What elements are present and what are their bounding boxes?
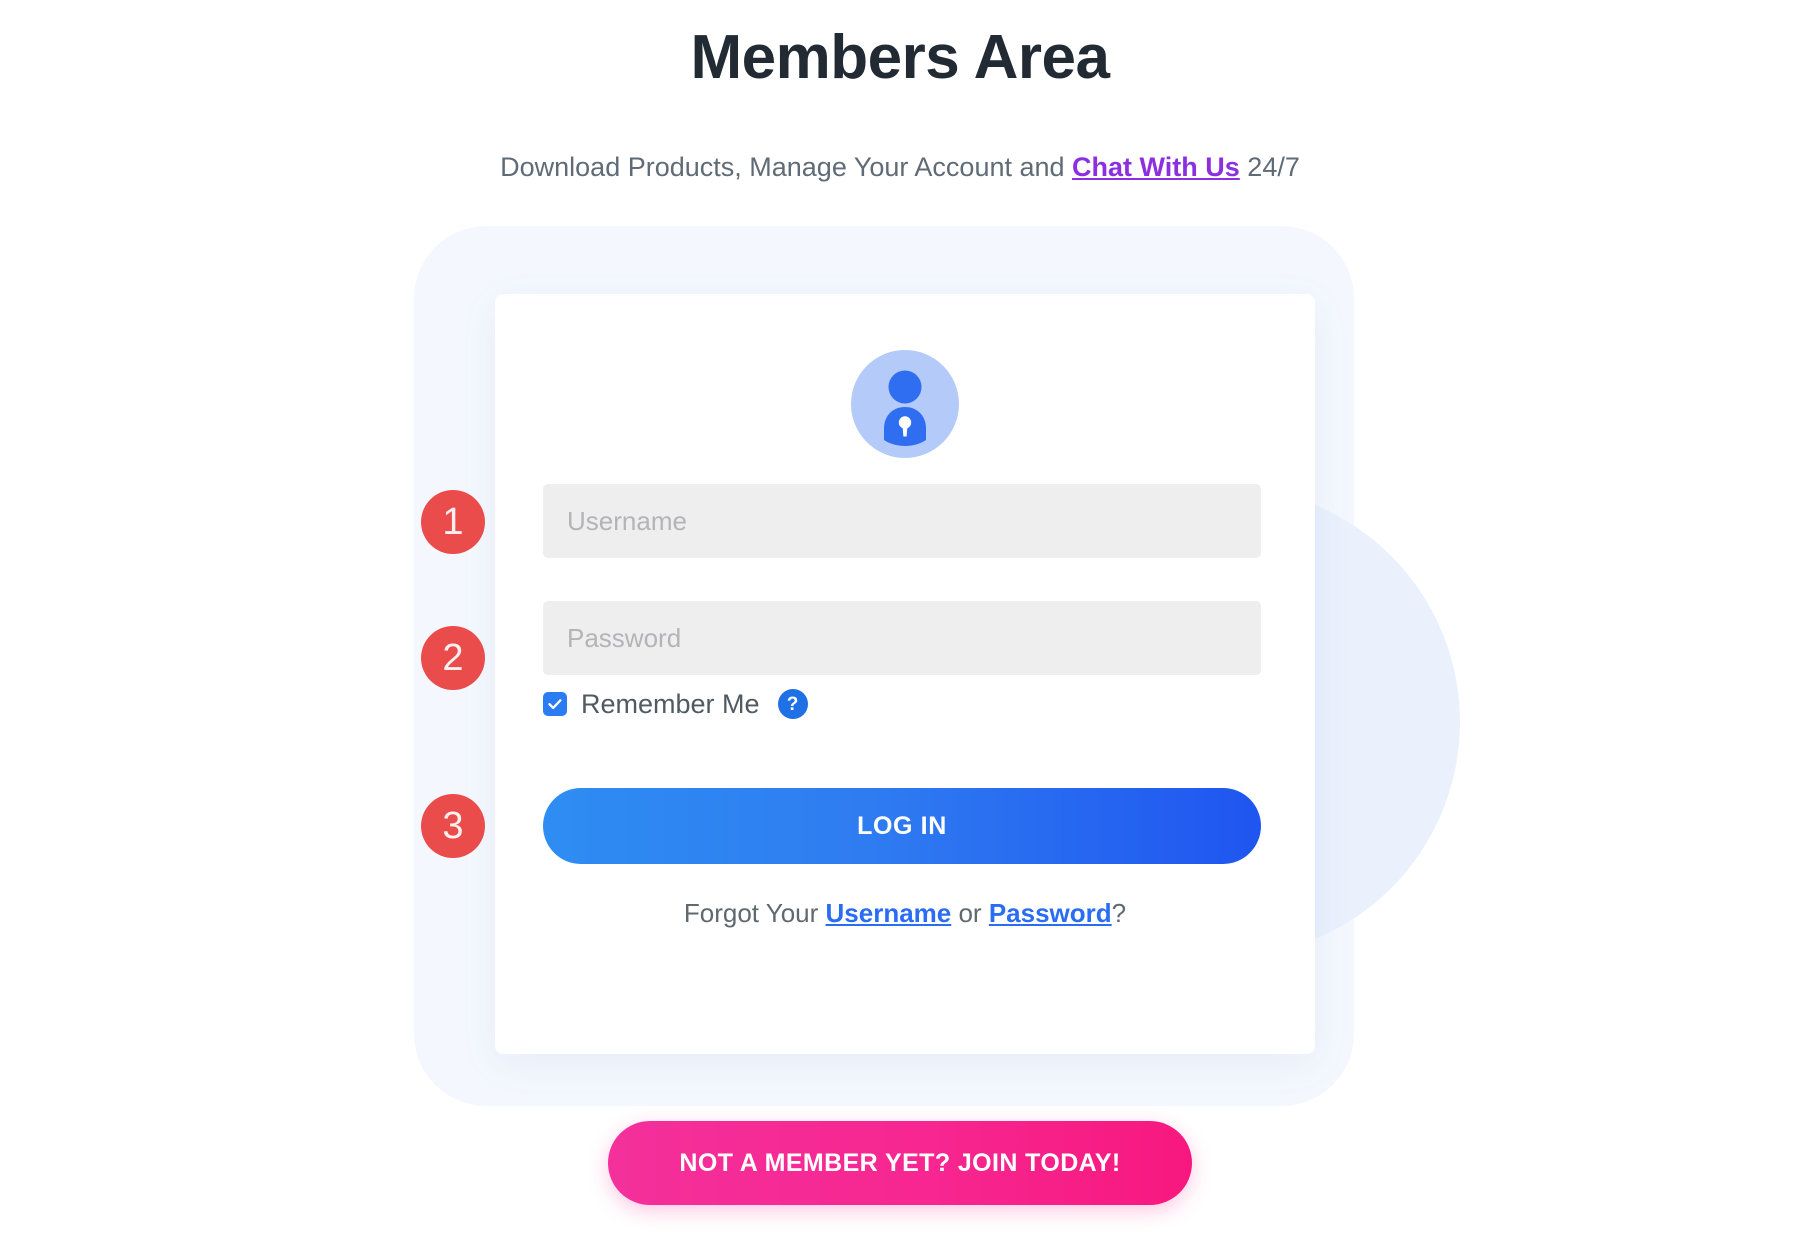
forgot-prefix-text: Forgot Your bbox=[683, 898, 826, 928]
help-question-icon[interactable]: ? bbox=[777, 689, 808, 719]
page-subtitle: Download Products, Manage Your Account a… bbox=[0, 150, 1800, 185]
password-input[interactable] bbox=[543, 601, 1261, 675]
forgot-password-link[interactable]: Password bbox=[989, 898, 1112, 928]
username-input[interactable] bbox=[543, 484, 1261, 558]
step-badge-3: 3 bbox=[421, 794, 485, 858]
checkmark-icon bbox=[548, 699, 562, 710]
forgot-suffix-text: ? bbox=[1111, 898, 1127, 928]
page-title: Members Area bbox=[690, 23, 1110, 92]
chat-with-us-link[interactable]: Chat With Us bbox=[1072, 152, 1240, 182]
remember-me-row: Remember Me ? bbox=[543, 686, 808, 722]
forgot-credentials-line: Forgot Your Username or Password? bbox=[495, 898, 1315, 929]
user-lock-glyph bbox=[884, 370, 926, 446]
subtitle-suffix-text: 24/7 bbox=[1239, 152, 1300, 182]
step-badge-2: 2 bbox=[421, 626, 485, 690]
remember-me-label: Remember Me bbox=[581, 688, 760, 719]
forgot-separator-text: or bbox=[951, 898, 989, 928]
subtitle-prefix-text: Download Products, Manage Your Account a… bbox=[500, 152, 1073, 182]
join-today-button[interactable]: NOT A MEMBER YET? JOIN TODAY! bbox=[608, 1121, 1192, 1205]
log-in-button[interactable]: LOG IN bbox=[543, 788, 1261, 864]
login-card: 1 2 Remember Me ? 3 LOG IN Forgot Your U… bbox=[421, 294, 1315, 1054]
forgot-username-link[interactable]: Username bbox=[826, 898, 952, 928]
user-lock-icon bbox=[851, 350, 959, 458]
step-badge-1: 1 bbox=[421, 490, 485, 554]
remember-me-checkbox[interactable] bbox=[543, 692, 567, 716]
members-area-page: Members Area Download Products, Manage Y… bbox=[0, 0, 1800, 1260]
